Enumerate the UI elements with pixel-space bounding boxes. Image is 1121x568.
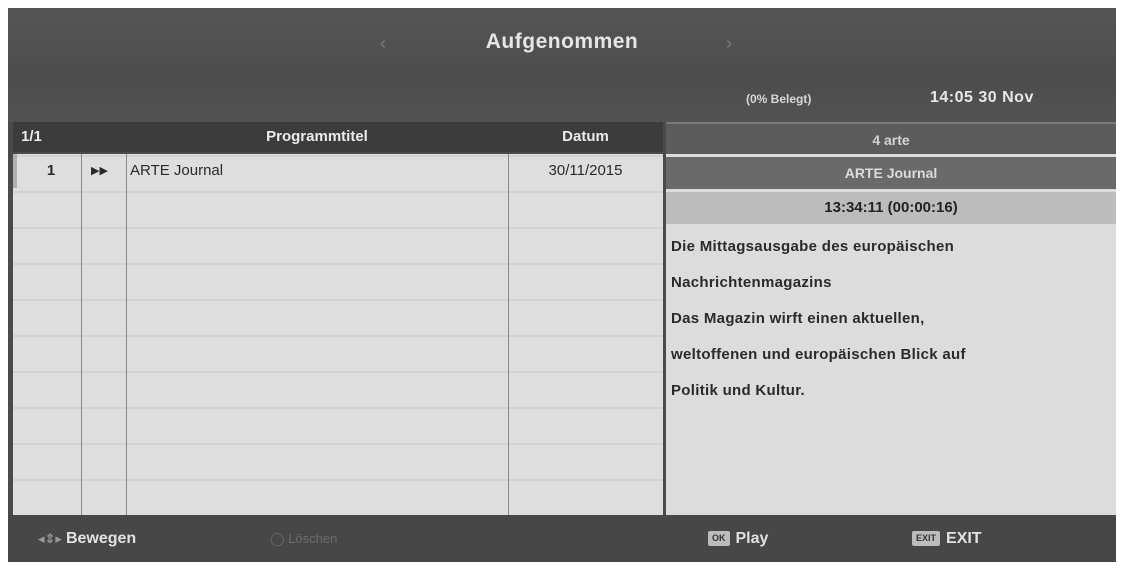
ok-key-icon: OK bbox=[708, 531, 730, 547]
table-row[interactable]: 1 ▶▶ ARTE Journal 30/11/2015 bbox=[13, 154, 663, 188]
recordings-list: 1/1 Programmtitel Datum 1 ▶▶ ARTE Journa… bbox=[13, 122, 663, 515]
play-label: Play bbox=[735, 530, 769, 547]
description-line: Politik und Kultur. bbox=[671, 382, 806, 399]
delete-hint[interactable]: ◯ Löschen bbox=[270, 515, 337, 562]
navigate-arrows-icon: ◂⇕▸ bbox=[38, 531, 62, 546]
delete-label: Löschen bbox=[288, 531, 338, 546]
recording-icon: ▶▶ bbox=[91, 165, 108, 177]
info-description: Die Mittagsausgabe des europäischen Nach… bbox=[671, 229, 1111, 409]
footer-hints: ◂⇕▸ Bewegen ◯ Löschen OK Play EXIT EXIT bbox=[8, 515, 1116, 562]
column-header-title: Programmtitel bbox=[266, 128, 368, 145]
column-divider bbox=[126, 154, 127, 515]
exit-hint[interactable]: EXIT EXIT bbox=[912, 515, 982, 562]
list-header: 1/1 Programmtitel Datum bbox=[13, 122, 663, 152]
row-number: 1 bbox=[46, 162, 56, 179]
clock: 14:05 30 Nov bbox=[930, 89, 1034, 106]
row-selection-marker bbox=[13, 154, 17, 188]
column-header-date: Datum bbox=[562, 128, 609, 145]
column-divider bbox=[81, 154, 82, 515]
exit-label: EXIT bbox=[946, 530, 982, 547]
row-date: 30/11/2015 bbox=[548, 162, 623, 179]
description-line: Das Magazin wirft einen aktuellen, bbox=[671, 310, 925, 327]
program-info-panel: 4 arte ARTE Journal 13:34:11 (00:00:16) … bbox=[666, 122, 1116, 515]
info-program-title: ARTE Journal bbox=[666, 157, 1116, 189]
list-body: 1 ▶▶ ARTE Journal 30/11/2015 bbox=[13, 154, 663, 515]
header: ‹ Aufgenommen › (0% Belegt) 14:05 30 Nov bbox=[8, 8, 1116, 122]
page-indicator: 1/1 bbox=[21, 128, 42, 145]
row-title: ARTE Journal bbox=[130, 162, 224, 179]
info-time: 13:34:11 (00:00:16) bbox=[666, 192, 1116, 224]
play-hint[interactable]: OK Play bbox=[708, 515, 768, 562]
page-title: Aufgenommen bbox=[485, 30, 639, 53]
delete-icon: ◯ bbox=[270, 531, 285, 546]
description-line: Nachrichtenmagazins bbox=[671, 274, 832, 291]
storage-usage: (0% Belegt) bbox=[746, 92, 812, 106]
move-hint: ◂⇕▸ Bewegen bbox=[38, 515, 136, 562]
arrow-right-icon[interactable]: › bbox=[726, 33, 732, 54]
description-line: Die Mittagsausgabe des europäischen bbox=[671, 238, 955, 255]
column-divider bbox=[508, 154, 509, 515]
info-channel: 4 arte bbox=[666, 122, 1116, 154]
recordings-screen: ‹ Aufgenommen › (0% Belegt) 14:05 30 Nov… bbox=[8, 8, 1116, 562]
description-line: weltoffenen und europäischen Blick auf bbox=[671, 346, 966, 363]
exit-key-icon: EXIT bbox=[912, 531, 941, 547]
move-label: Bewegen bbox=[65, 530, 137, 547]
